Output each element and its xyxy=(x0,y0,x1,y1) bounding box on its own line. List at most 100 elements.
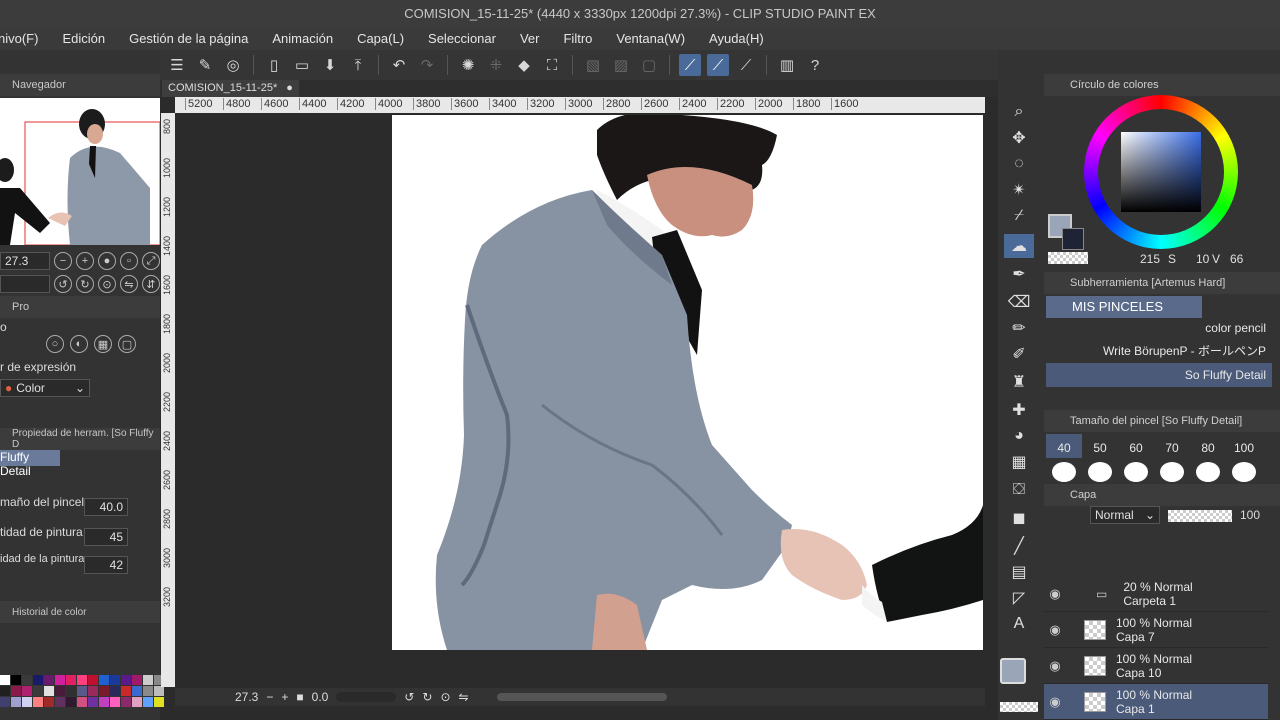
menu-page[interactable]: Gestión de la página xyxy=(117,28,260,50)
brush-size-option[interactable]: 100 xyxy=(1229,441,1259,455)
rotate-reset-icon[interactable]: ⊙ xyxy=(98,275,116,293)
palette-swatch[interactable] xyxy=(121,675,131,685)
subtool-group-label[interactable]: MIS PINCELES xyxy=(1046,296,1202,318)
size-dot-icon[interactable] xyxy=(1160,462,1184,482)
navigator-preview[interactable] xyxy=(0,98,160,245)
expression-select[interactable]: ● Color ⌄ xyxy=(0,379,90,397)
transparent-swatch[interactable] xyxy=(1048,252,1088,264)
menu-edit[interactable]: Edición xyxy=(50,28,117,50)
text-tool-icon[interactable]: A xyxy=(1004,612,1034,636)
horizontal-scrollbar[interactable] xyxy=(496,693,667,701)
palette-swatch[interactable] xyxy=(121,697,131,707)
palette-swatch[interactable] xyxy=(44,697,54,707)
paint-bucket-icon[interactable]: ⛋ xyxy=(1004,478,1034,502)
palette-swatch[interactable] xyxy=(11,697,21,707)
snap-ruler-icon[interactable]: ⟋ xyxy=(679,54,701,76)
rotate-ccw-icon[interactable]: ↺ xyxy=(404,690,414,704)
zoom-reset-icon[interactable]: ▫ xyxy=(120,252,138,270)
palette-swatch[interactable] xyxy=(11,686,21,696)
eye-icon[interactable]: ◉ xyxy=(1044,658,1066,674)
palette-swatch[interactable] xyxy=(99,686,109,696)
palette-swatch[interactable] xyxy=(66,686,76,696)
eye-icon[interactable]: ◉ xyxy=(1044,622,1066,638)
soft-option-icon[interactable]: ◐ xyxy=(70,335,88,353)
size-dot-icon[interactable] xyxy=(1052,462,1076,482)
blend-mode-select[interactable]: Normal ⌄ xyxy=(1090,506,1160,524)
palette-swatch[interactable] xyxy=(55,675,65,685)
canvas-paper[interactable] xyxy=(392,115,983,650)
tip-option-icon[interactable]: ▢ xyxy=(118,335,136,353)
eyedropper-tool-icon[interactable]: ⌿ xyxy=(1004,204,1034,228)
menu-filter[interactable]: Filtro xyxy=(551,28,604,50)
palette-swatch[interactable] xyxy=(66,675,76,685)
menu-window[interactable]: Ventana(W) xyxy=(604,28,697,50)
size-dot-icon[interactable] xyxy=(1088,462,1112,482)
export-icon[interactable]: ⤒ xyxy=(347,54,369,76)
palette-swatch[interactable] xyxy=(0,675,10,685)
clip-studio-icon[interactable]: ◎ xyxy=(222,54,244,76)
palette-swatch[interactable] xyxy=(132,675,142,685)
move-tool-icon[interactable]: ✥ xyxy=(1004,126,1034,150)
menu-help[interactable]: Ayuda(H) xyxy=(697,28,776,50)
menu-icon[interactable]: ☰ xyxy=(166,54,188,76)
palette-swatch[interactable] xyxy=(11,675,21,685)
zoom-plus-icon[interactable]: + xyxy=(281,690,288,704)
selection-crop-icon[interactable]: ▧ xyxy=(582,54,604,76)
palette-swatch[interactable] xyxy=(22,686,32,696)
navigator-zoom-field[interactable]: 27.3 xyxy=(0,252,50,270)
menu-animation[interactable]: Animación xyxy=(260,28,345,50)
snap-special-ruler-icon[interactable]: ⟋ xyxy=(707,54,729,76)
hue-ring[interactable] xyxy=(1084,95,1238,249)
palette-swatch[interactable] xyxy=(44,686,54,696)
save-icon[interactable]: ⬇ xyxy=(319,54,341,76)
palette-swatch[interactable] xyxy=(154,697,164,707)
palette-swatch[interactable] xyxy=(0,697,10,707)
lasso-tool-icon[interactable]: ◌ xyxy=(1004,152,1034,176)
zoom-tool-icon[interactable]: ⌕ xyxy=(1004,100,1034,124)
palette-swatch[interactable] xyxy=(110,697,120,707)
sub-color-swatch[interactable] xyxy=(1062,228,1084,250)
gradient-tool-icon[interactable]: ▦ xyxy=(1004,450,1034,474)
fill-tool-icon[interactable]: ◕ xyxy=(1004,424,1034,448)
palette-swatch[interactable] xyxy=(55,697,65,707)
palette-swatch[interactable] xyxy=(77,697,87,707)
palette-swatch[interactable] xyxy=(154,686,164,696)
zoom-minus-icon[interactable]: − xyxy=(266,690,273,704)
palette-swatch[interactable] xyxy=(132,686,142,696)
brush-size-option[interactable]: 40 xyxy=(1049,441,1079,455)
opacity-value[interactable]: 100 xyxy=(1240,508,1260,522)
palette-swatch[interactable] xyxy=(0,686,10,696)
frame-tool-icon[interactable]: ▤ xyxy=(1004,560,1034,584)
brush-settings-icon[interactable]: ✎ xyxy=(194,54,216,76)
deselect-icon[interactable]: ▨ xyxy=(610,54,632,76)
magic-wand-tool-icon[interactable]: ✴ xyxy=(1004,178,1034,202)
palette-swatch[interactable] xyxy=(66,697,76,707)
palette-swatch[interactable] xyxy=(132,697,142,707)
palette-swatch[interactable] xyxy=(99,675,109,685)
color-history-palette[interactable] xyxy=(0,675,164,720)
brush-size-field[interactable]: 40.0 xyxy=(84,498,128,516)
loading-icon[interactable]: ✺ xyxy=(457,54,479,76)
palette-swatch[interactable] xyxy=(88,675,98,685)
transform-icon[interactable]: ⛶ xyxy=(541,54,563,76)
palette-swatch[interactable] xyxy=(55,686,65,696)
palette-swatch[interactable] xyxy=(33,675,43,685)
zoom-out-icon[interactable]: − xyxy=(54,252,72,270)
layer-row[interactable]: ◉ 100 % Normal Capa 7 xyxy=(1044,612,1268,648)
transparent-color-swatch[interactable] xyxy=(1000,702,1038,712)
canvas-workspace[interactable] xyxy=(175,113,985,687)
brush-item-so-fluffy-detail[interactable]: So Fluffy Detail xyxy=(1046,363,1272,387)
size-dot-icon[interactable] xyxy=(1196,462,1220,482)
menu-file[interactable]: nivo(F) xyxy=(0,28,50,50)
brush-tool-icon[interactable]: ☁ xyxy=(1004,234,1034,258)
flip-icon[interactable]: ⇋ xyxy=(459,690,469,704)
fill-icon[interactable]: ◆ xyxy=(513,54,535,76)
menu-layer[interactable]: Capa(L) xyxy=(345,28,416,50)
rotate-reset-icon[interactable]: ⊙ xyxy=(440,690,450,704)
palette-swatch[interactable] xyxy=(44,675,54,685)
zoom-fit-icon[interactable]: ● xyxy=(98,252,116,270)
brush-size-option[interactable]: 60 xyxy=(1121,441,1151,455)
tab-tool-property-short[interactable]: Pro xyxy=(12,301,29,313)
zoom-in-icon[interactable]: + xyxy=(76,252,94,270)
palette-swatch[interactable] xyxy=(143,675,153,685)
